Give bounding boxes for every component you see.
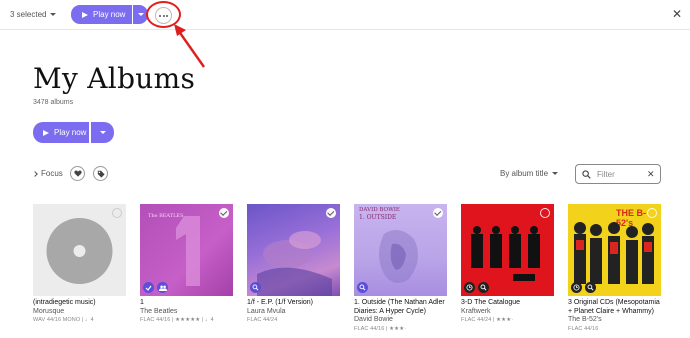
album-cover[interactable] [247,204,340,296]
album-format: WAV 44/16 MONO | ♩4 [33,317,94,323]
selected-check-icon [143,282,154,293]
tag-filter-button[interactable] [93,166,108,181]
album-card[interactable]: 1/f - E.P. (1/f Version) Laura Mvula FLA… [247,204,340,324]
selection-count-label: 3 selected [10,10,47,19]
album-artist[interactable]: The B-52's [568,316,661,325]
album-cover[interactable] [33,204,126,296]
album-title: 3 Original CDs (Mesopotamia + Planet Cla… [568,299,660,315]
close-selection-icon[interactable]: ✕ [672,8,682,20]
album-artist[interactable]: Morusque [33,308,126,317]
favorite-filter-button[interactable] [70,166,85,181]
select-checkbox[interactable] [433,208,443,218]
chevron-down-icon [137,13,144,16]
disc-placeholder-icon [46,218,113,284]
chevron-down-icon [50,13,57,16]
album-cover[interactable]: DAVID BOWIE 1. OUTSIDE [354,204,447,296]
chevron-down-icon [99,131,106,134]
search-icon [357,282,368,293]
search-icon [250,282,261,293]
heart-icon [73,170,82,177]
album-format: FLAC 44/24 [247,317,278,323]
focus-toggle[interactable]: Focus [32,169,63,178]
album-format: FLAC 44/16 [568,325,599,332]
history-icon [571,282,582,293]
search-icon [582,169,591,179]
album-artist[interactable]: David Bowie [354,316,447,325]
play-icon [82,11,88,18]
album-card[interactable]: 3-D The Catalogue Kraftwerk FLAC 44/24 |… [461,204,554,324]
album-title: 1. Outside (The Nathan Adler Diaries: A … [354,299,445,315]
album-format: FLAC 44/16 | ★★★★★ | ♩4 [140,317,214,323]
album-cover[interactable]: The BEATLES [140,204,233,296]
filter-input-box[interactable]: ✕ [575,164,661,184]
album-card[interactable]: DAVID BOWIE 1. OUTSIDE 1. Outside (The N… [354,204,447,333]
album-artist[interactable]: Laura Mvula [247,308,340,317]
history-icon [464,282,475,293]
filter-input[interactable] [597,169,641,179]
album-card[interactable]: The BEATLES 1 The Beatles FLAC 44/16 | ★… [140,204,233,324]
chevron-right-icon [32,170,38,177]
page-title: My Albums [33,62,196,95]
select-checkbox[interactable] [112,208,122,218]
select-checkbox[interactable] [326,208,336,218]
search-icon [478,282,489,293]
search-icon [585,282,596,293]
select-checkbox[interactable] [540,208,550,218]
sort-dropdown[interactable]: By album title [500,169,559,178]
play-all-button[interactable]: Play now [33,122,89,143]
tag-icon [97,170,105,178]
selection-count-dropdown[interactable]: 3 selected [10,10,57,19]
album-artist[interactable]: The Beatles [140,308,233,317]
play-icon [43,129,49,136]
play-all-label: Play now [54,128,87,137]
album-cover[interactable]: THE B-52's [568,204,661,296]
play-now-button[interactable]: Play now [71,5,132,24]
album-format: FLAC 44/24 | ★★★· [461,317,514,323]
album-format: FLAC 44/16 | ★★★· [354,325,407,332]
sort-label: By album title [500,169,549,178]
select-checkbox[interactable] [647,208,657,218]
album-card[interactable]: (intradiegetic music) Morusque WAV 44/16… [33,204,126,324]
album-title: 1 [140,299,144,306]
album-count: 3478 albums [33,99,74,106]
focus-label: Focus [41,169,63,178]
album-title: 1/f - E.P. (1/f Version) [247,299,314,306]
album-artist[interactable]: Kraftwerk [461,308,554,317]
album-cover[interactable] [461,204,554,296]
play-all-options-dropdown[interactable] [91,122,114,143]
selection-toolbar: 3 selected Play now ✕ [0,0,690,30]
clear-filter-icon[interactable]: ✕ [647,169,655,180]
chevron-down-icon [552,172,559,175]
select-checkbox[interactable] [219,208,229,218]
play-now-label: Play now [93,10,126,19]
album-card[interactable]: THE B-52's 3 Original CDs (Mesopotamia +… [568,204,661,333]
album-title: 3-D The Catalogue [461,299,521,306]
album-title: (intradiegetic music) [33,299,96,306]
users-icon [157,282,168,293]
